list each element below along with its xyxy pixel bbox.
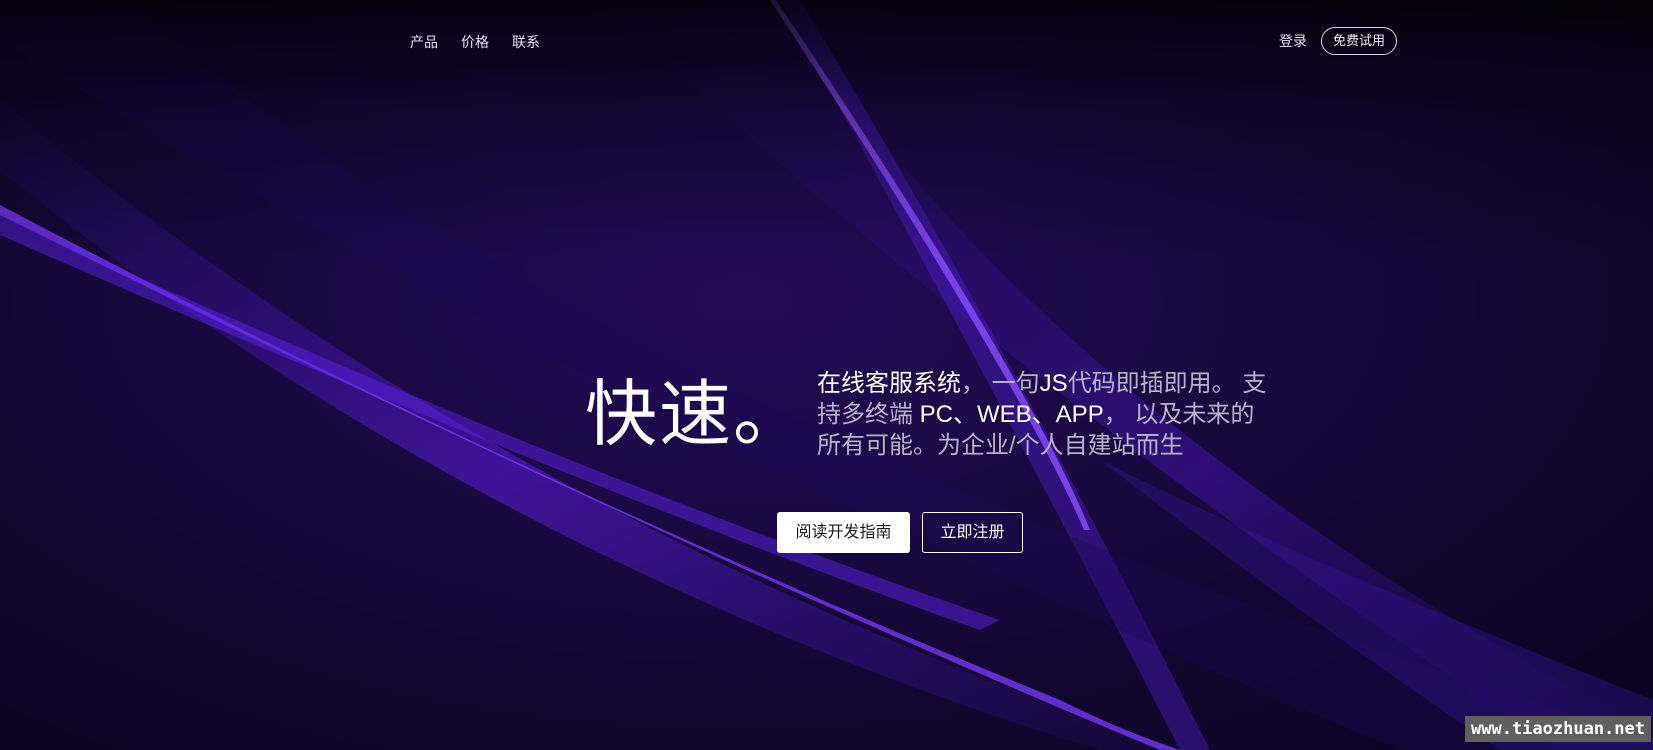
- nav-actions: 登录 免费试用: [1279, 27, 1397, 55]
- top-navigation: 产品 价格 联系 登录 免费试用: [0, 0, 1653, 84]
- login-link[interactable]: 登录: [1279, 31, 1307, 51]
- nav-link-contact[interactable]: 联系: [512, 32, 540, 52]
- hero-title: 快速。: [585, 375, 808, 455]
- nav-links: 产品 价格 联系: [410, 32, 540, 52]
- desc-segment: ，: [961, 370, 992, 397]
- desc-segment: JS: [1039, 370, 1068, 397]
- desc-segment: PC、WEB、APP: [919, 401, 1104, 428]
- nav-link-products[interactable]: 产品: [410, 32, 438, 52]
- hero-description: 在线客服系统， 一句JS代码即插即用。 支持多终端 PC、WEB、APP， 以及…: [817, 368, 1272, 461]
- free-trial-button[interactable]: 免费试用: [1320, 27, 1397, 55]
- register-now-button[interactable]: 立即注册: [922, 512, 1023, 553]
- nav-link-pricing[interactable]: 价格: [461, 32, 489, 52]
- hero-actions: 阅读开发指南 立即注册: [777, 512, 1023, 553]
- desc-segment: 在线客服系统: [817, 370, 961, 397]
- desc-segment: 一句: [991, 370, 1040, 397]
- watermark: www.tiaozhuan.net: [1465, 716, 1651, 742]
- read-dev-guide-button[interactable]: 阅读开发指南: [777, 512, 910, 553]
- landing-page: 产品 价格 联系 登录 免费试用 快速。 在线客服系统， 一句JS代码即插即用。…: [0, 0, 1653, 750]
